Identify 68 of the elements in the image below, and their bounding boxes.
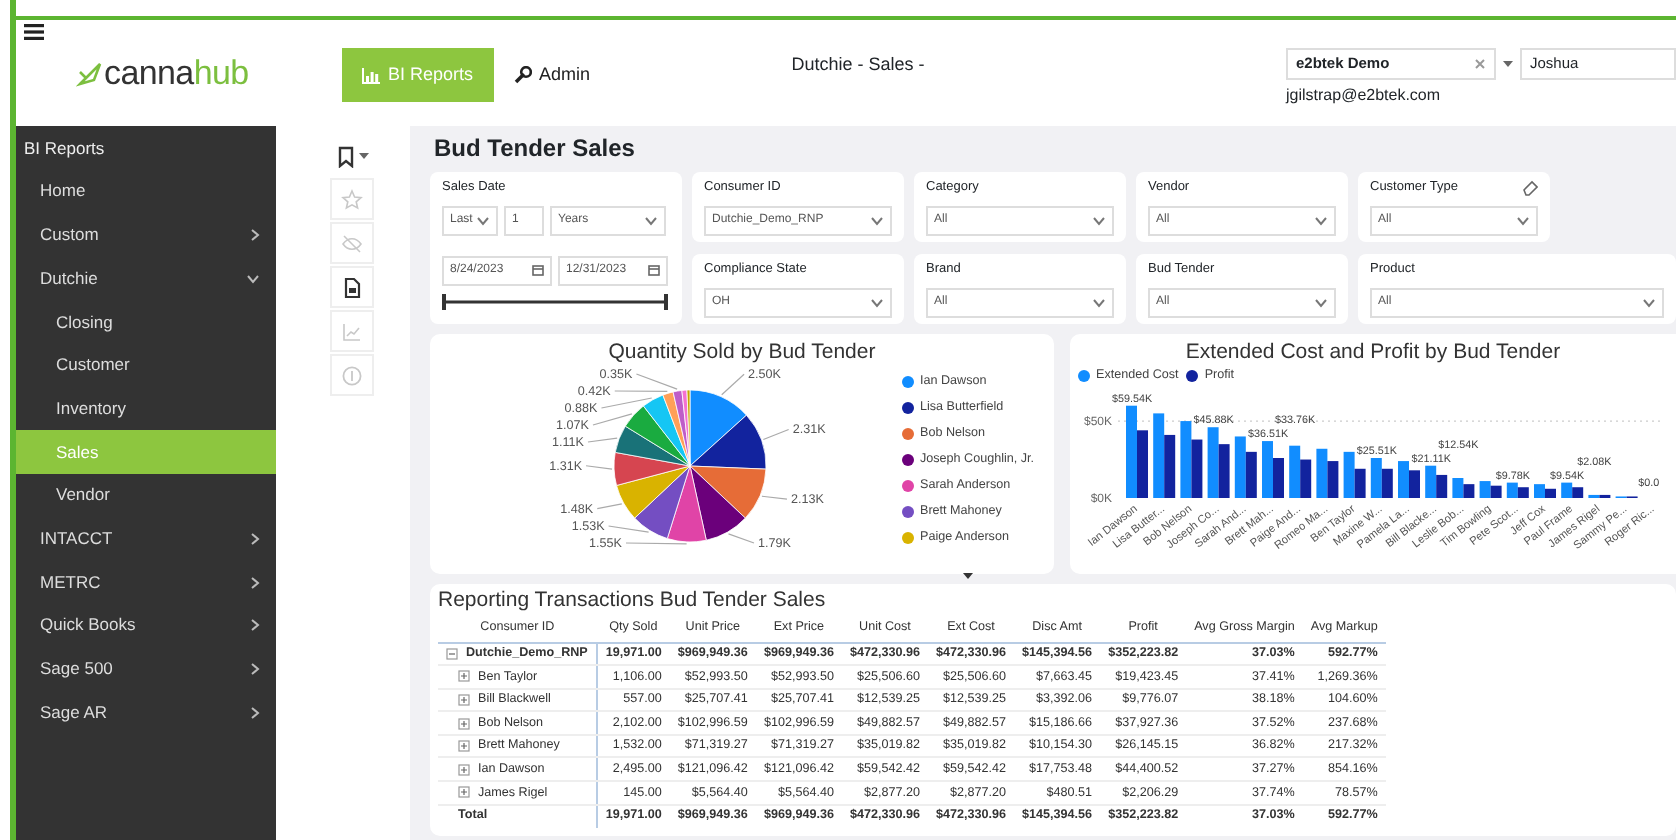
nav-tab[interactable]: Admin xyxy=(493,48,611,102)
sidebar-item[interactable]: Sage 500 xyxy=(40,656,113,682)
sidebar-item[interactable]: Home xyxy=(16,170,276,214)
chevron-down-icon xyxy=(1314,297,1328,308)
caret-icon xyxy=(357,151,369,159)
sidebar-item[interactable]: METRC xyxy=(40,569,101,595)
page-icon xyxy=(339,275,363,299)
chevron-down-icon xyxy=(476,215,490,226)
eraser-icon[interactable] xyxy=(1522,179,1538,196)
slider-handle[interactable] xyxy=(664,293,668,310)
sidebar-item[interactable]: INTACCT xyxy=(40,525,113,552)
leader-line xyxy=(600,397,653,409)
expand-icon[interactable] xyxy=(458,693,470,706)
info-icon xyxy=(339,363,363,387)
expand-icon[interactable] xyxy=(458,717,470,730)
chevron-down-icon xyxy=(644,215,658,226)
star-icon xyxy=(339,187,363,211)
sidebar-item[interactable]: Quick Books xyxy=(40,612,136,639)
leaf-icon xyxy=(76,59,104,87)
expand-icon[interactable] xyxy=(458,763,470,776)
user-email: jgilstrap@e2btek.com xyxy=(1286,84,1443,108)
page-title: Dutchie - Sales - xyxy=(789,52,927,78)
sidebar-item[interactable]: Inventory xyxy=(16,386,276,431)
sidebar-item[interactable]: Custom xyxy=(40,222,99,248)
expand-icon[interactable] xyxy=(458,670,470,683)
chevron-down-icon xyxy=(1642,297,1656,308)
chevron-down-icon xyxy=(870,215,884,226)
leader-line xyxy=(727,533,755,544)
collapse-icon[interactable] xyxy=(446,647,458,660)
sidebar-item[interactable]: Dutchie xyxy=(40,265,98,292)
leader-line xyxy=(596,503,623,510)
calendar-icon xyxy=(532,264,544,277)
bookmark-icon xyxy=(333,143,357,167)
leader-line xyxy=(587,437,618,443)
report-title: Bud Tender Sales xyxy=(434,134,637,162)
leader-line xyxy=(762,428,790,441)
date-range-track[interactable] xyxy=(442,293,668,310)
slider-handle[interactable] xyxy=(442,293,446,310)
leader-line xyxy=(721,373,745,396)
sidebar-item[interactable]: Vendor xyxy=(16,473,276,517)
sidebar-heading: BI Reports xyxy=(22,135,107,162)
expand-icon[interactable] xyxy=(458,740,470,753)
leader-line xyxy=(585,465,613,470)
leader-line xyxy=(625,542,688,545)
sidebar-item[interactable]: Closing xyxy=(16,300,276,344)
chevron-down-icon xyxy=(870,297,884,308)
chevron-down-icon xyxy=(1092,297,1106,308)
leader-line xyxy=(592,413,633,426)
chart-title: Quantity Sold by Bud Tender xyxy=(606,340,878,366)
expand-icon[interactable] xyxy=(458,786,470,799)
chevron-down-icon xyxy=(1314,215,1328,226)
chart-icon xyxy=(362,67,380,83)
hidden-icon xyxy=(339,231,363,255)
calendar-icon xyxy=(648,264,660,277)
sidebar-item[interactable]: Customer xyxy=(16,343,276,387)
caret-icon xyxy=(1502,60,1514,68)
logo-text: cannahub xyxy=(104,52,249,96)
chart-icon xyxy=(339,319,363,343)
chevron-down-icon xyxy=(1516,215,1530,226)
chart-title: Extended Cost and Profit by Bud Tender xyxy=(1183,340,1563,366)
chevron-down-icon xyxy=(1092,215,1106,226)
toolbar-button[interactable] xyxy=(329,266,373,308)
leader-line xyxy=(608,525,650,533)
sidebar-item[interactable]: Sage AR xyxy=(40,699,108,725)
leader-line xyxy=(761,495,788,500)
close-icon[interactable] xyxy=(1474,58,1486,70)
table-title: Reporting Transactions Bud Tender Sales xyxy=(438,588,828,614)
menu-icon[interactable] xyxy=(24,24,44,40)
